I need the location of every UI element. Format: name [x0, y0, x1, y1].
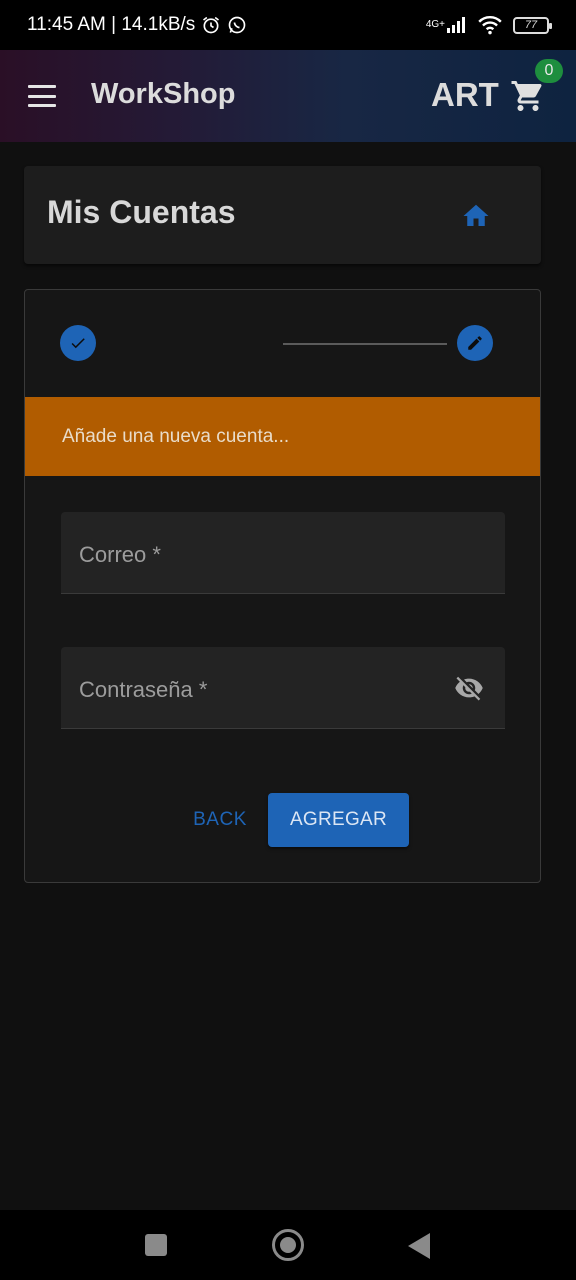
status-time: 11:45 AM | 14.1kB/s	[27, 14, 196, 35]
email-label: Correo *	[79, 542, 161, 567]
step-1-check-icon[interactable]	[60, 325, 96, 361]
form-actions: BACK AGREGAR	[25, 793, 540, 847]
app-title: WorkShop	[91, 78, 236, 110]
password-label: Contraseña *	[79, 677, 208, 702]
app-bar: WorkShop ART	[0, 50, 576, 142]
status-left: 11:45 AM | 14.1kB/s	[27, 14, 247, 36]
signal-icon: 4G+	[426, 17, 467, 33]
battery-icon: 77	[513, 16, 552, 34]
cart-icon[interactable]	[510, 78, 546, 114]
step-2-edit-icon[interactable]	[457, 325, 493, 361]
status-bar: 11:45 AM | 14.1kB/s 4G+ 77	[0, 0, 576, 50]
password-field[interactable]: Contraseña *	[61, 647, 505, 729]
title-card: Mis Cuentas	[24, 166, 541, 264]
back-nav-icon[interactable]	[408, 1233, 430, 1259]
back-button[interactable]: BACK	[184, 793, 256, 847]
page-title: Mis Cuentas	[47, 194, 236, 230]
wifi-icon	[477, 15, 503, 35]
system-nav-bar	[0, 1210, 576, 1280]
status-right: 4G+ 77	[426, 15, 552, 35]
battery-level: 77	[524, 19, 538, 31]
step-connector	[283, 343, 447, 345]
step-banner: Añade una nueva cuenta...	[25, 397, 540, 476]
visibility-off-icon[interactable]	[452, 673, 486, 703]
recents-icon[interactable]	[145, 1234, 167, 1256]
add-button[interactable]: AGREGAR	[268, 793, 409, 847]
email-field[interactable]: Correo *	[61, 512, 505, 594]
whatsapp-icon	[227, 15, 247, 35]
alarm-icon	[201, 15, 221, 35]
menu-icon[interactable]	[28, 85, 56, 107]
brand-label: ART	[431, 76, 499, 113]
network-type: 4G+	[425, 19, 445, 30]
stepper-card: Añade una nueva cuenta... Correo * Contr…	[24, 289, 541, 883]
home-nav-icon[interactable]	[272, 1229, 304, 1261]
cart-badge: 0	[535, 59, 563, 83]
home-icon[interactable]	[461, 201, 491, 231]
